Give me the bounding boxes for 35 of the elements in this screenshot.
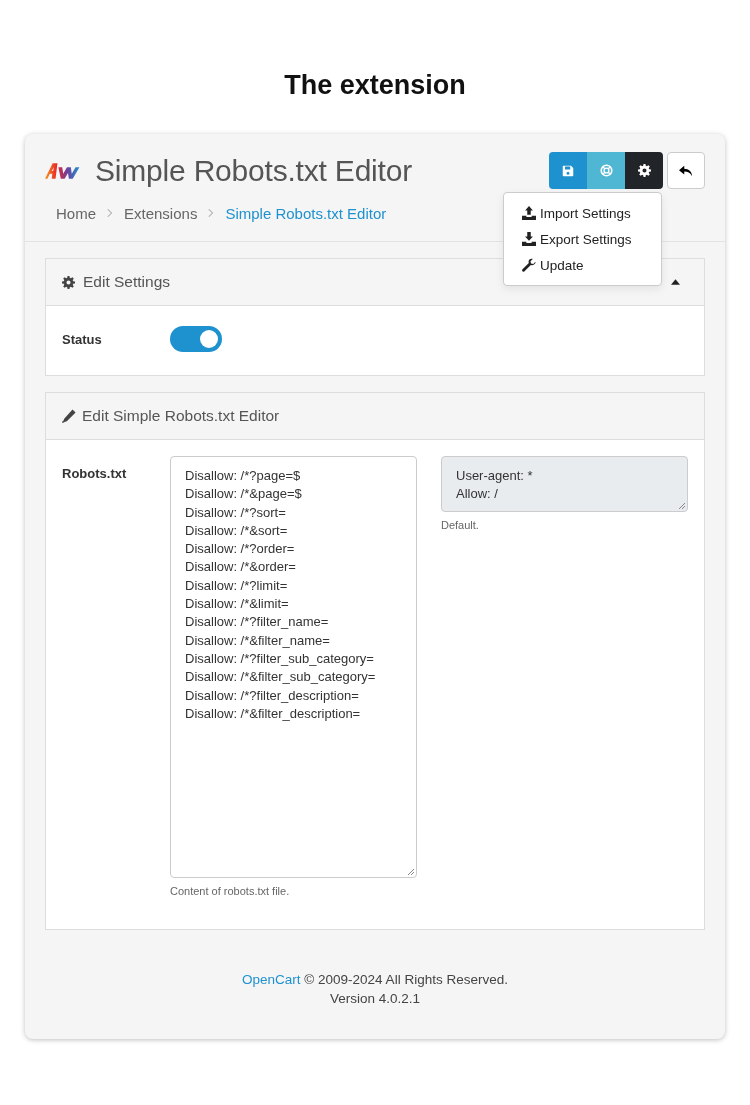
upload-icon [522,206,536,220]
page-title: Simple Robots.txt Editor [95,153,412,188]
back-button[interactable] [667,152,705,189]
page-heading: The extension [283,70,467,102]
menu-item[interactable]: Export Settings [504,226,661,252]
panel-title: Edit Settings [83,273,171,291]
chevron-right-icon [208,208,215,218]
settings-button[interactable] [625,152,663,189]
breadcrumb-link[interactable]: Home [56,204,96,222]
wrench-icon [522,258,536,272]
download-icon [522,232,536,246]
chevron-right-icon [107,208,113,218]
settings-icon [637,164,651,177]
reply-icon [679,163,693,178]
help-text: Default. [441,519,480,531]
robots-text-field[interactable]: Disallow: /*?page=$ Disallow: /*&page=$ Disallow: /*?sort= Disallow: /*&sort= Disallow: /*?order= Disallow: /*&order= Disallow: /*?limit= Disallow: /*&limit= Disallow: /*?filter_name= Disallow: /*&filter_name= Disallow: /*?filter_sub_category= Disallow: /*&filter_sub_category= Disallow: /*?filter_description= Disallow: /*&filter_description= [170,456,417,878]
caret-up-icon[interactable] [671,279,680,285]
version-text: Version 4.0.2.1 [328,990,422,1008]
field-label: Robots.txt [62,466,128,481]
settings-icon [62,275,75,289]
default-text-field[interactable]: User-agent: * Allow: / [441,456,688,512]
help-text: Content of robots.txt file. [170,885,291,897]
resize-grip-icon [407,868,415,876]
resize-grip-icon [678,502,686,510]
save-icon [562,164,574,177]
lifebuoy-icon [599,164,613,177]
panel-title: Edit Simple Robots.txt Editor [82,407,280,425]
copyright-text: OpenCart © 2009-2024 All Rights Reserved. [241,971,509,989]
pencil-icon [62,409,76,423]
field-label: Status [62,331,103,347]
menu-item[interactable]: Import Settings [504,200,661,226]
status-toggle[interactable] [170,326,222,352]
save-button[interactable] [549,152,587,189]
menu-item[interactable]: Update [504,252,661,278]
breadcrumb-link[interactable]: Extensions [124,204,198,222]
